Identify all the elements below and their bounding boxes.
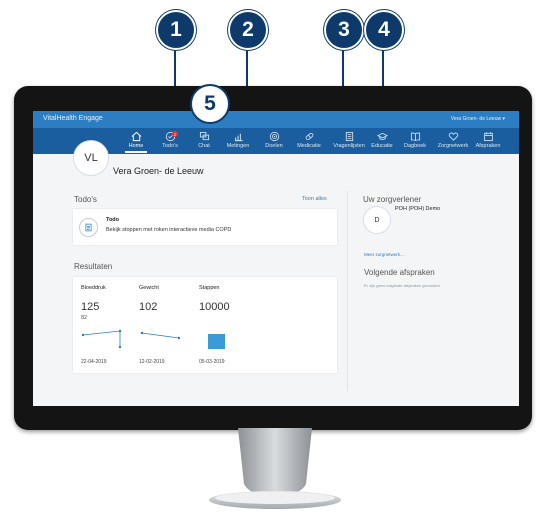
gewicht-sparkline	[140, 331, 181, 340]
nav-doelen-label: Doelen	[265, 143, 283, 149]
nav-todos[interactable]: 2 Todo's	[153, 131, 187, 153]
nav-dagboek-label: Dagboek	[403, 143, 427, 149]
avatar[interactable]: VL	[73, 140, 109, 176]
care-title: Uw zorgverlener	[363, 195, 422, 204]
result-value: 125	[81, 301, 100, 313]
nav-todos-label: Todo's	[162, 143, 178, 149]
profile-name: Vera Groen- de Leeuw	[113, 166, 204, 176]
book-icon	[410, 132, 420, 142]
result-value: 102	[139, 301, 158, 313]
more-care-link[interactable]: Meer zorgnetwerk...	[364, 252, 404, 257]
nav-educatie[interactable]: Educatie	[365, 131, 399, 153]
result-value: 10000	[199, 301, 230, 313]
user-menu[interactable]: Vera Groen- de Leeuw ▾	[451, 116, 505, 122]
calendar-icon	[483, 132, 493, 142]
nav-vragenlijsten-label: Vragenlijsten	[333, 143, 365, 149]
result-label: Stappen	[199, 285, 220, 291]
nav-chat[interactable]: Chat	[187, 131, 221, 153]
todo-heading: Todo	[106, 217, 120, 223]
bloeddruk-sparkline	[81, 329, 122, 349]
monitor-stand	[209, 428, 341, 509]
result-date: 12-02-2019	[139, 359, 165, 365]
result-label: Gewicht	[139, 285, 159, 291]
nav-home[interactable]: Home	[119, 131, 153, 153]
appointments-empty: Er zijn geen volgende afspraken gevonden	[364, 283, 440, 288]
result-date: 22-04-2019	[81, 359, 107, 365]
callout-5: 5	[190, 84, 230, 124]
nav-educatie-label: Educatie	[371, 143, 393, 149]
home-icon	[131, 131, 141, 142]
appointments-title: Volgende afspraken	[364, 268, 435, 277]
column-divider	[347, 191, 348, 391]
pill-icon	[305, 132, 313, 141]
todos-title: Todo's	[74, 195, 97, 204]
nav-metingen[interactable]: Metingen	[221, 131, 255, 153]
todo-text: Bekijk stoppen met roken interactieve me…	[106, 227, 232, 233]
chart-icon	[234, 133, 243, 142]
result-date: 05-03-2019	[199, 359, 225, 365]
nav-dagboek[interactable]: Dagboek	[398, 131, 432, 153]
nav-afspraken-label: Afspraken	[475, 143, 501, 149]
heart-icon	[448, 132, 458, 141]
nav-afspraken[interactable]: Afspraken	[471, 131, 505, 153]
nav-doelen[interactable]: Doelen	[257, 131, 291, 153]
app-screen: VitalHealth Engage Vera Groen- de Leeuw …	[33, 111, 519, 406]
nav-zorgnetwerk[interactable]: Zorgnetwerk	[434, 131, 472, 153]
nav-zorgnetwerk-label: Zorgnetwerk	[437, 143, 469, 149]
todo-icon	[79, 218, 98, 237]
callout-2: 2	[228, 10, 268, 50]
chat-icon	[199, 131, 209, 141]
clipboard-icon	[345, 131, 353, 142]
stappen-bar	[208, 334, 225, 349]
provider-avatar[interactable]: D	[363, 206, 391, 234]
provider-name: POH (POH) Demo	[395, 206, 441, 212]
nav-home-label: Home	[128, 143, 144, 149]
todo-card[interactable]: Todo Bekijk stoppen met roken interactie…	[73, 209, 337, 245]
results-card: Bloeddruk 125 82 22-04-2019 Gewicht 102 …	[73, 277, 337, 373]
callout-3: 3	[324, 10, 364, 50]
todo-badge: 2	[172, 131, 178, 137]
app-brand: VitalHealth Engage	[43, 115, 103, 122]
nav-chat-label: Chat	[198, 143, 210, 149]
nav-metingen-label: Metingen	[226, 143, 250, 149]
top-bar: VitalHealth Engage Vera Groen- de Leeuw …	[33, 111, 519, 128]
callout-1: 1	[156, 10, 196, 50]
nav-medicatie-label: Medicatie	[297, 143, 321, 149]
nav-vragenlijsten[interactable]: Vragenlijsten	[329, 131, 369, 153]
nav-medicatie[interactable]: Medicatie	[292, 131, 326, 153]
target-icon	[269, 131, 279, 142]
graduation-icon	[376, 132, 388, 140]
results-title: Resultaten	[74, 262, 113, 271]
show-all-link[interactable]: Toon alles	[302, 196, 327, 202]
result-subvalue: 82	[81, 315, 88, 321]
result-label: Bloeddruk	[81, 285, 106, 291]
callout-4: 4	[364, 10, 404, 50]
